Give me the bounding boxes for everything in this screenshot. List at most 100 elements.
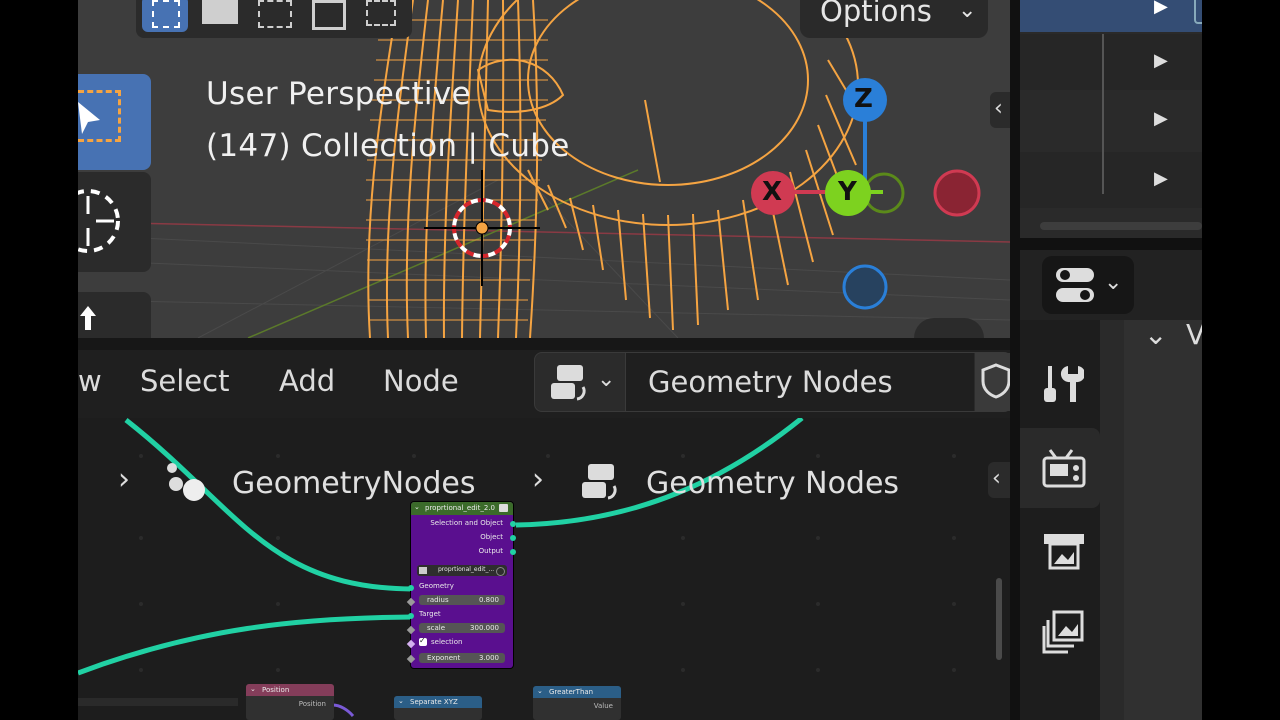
separate-xyz-node-header[interactable]: ⌄ Separate XYZ: [394, 696, 482, 708]
menu-view[interactable]: w: [78, 364, 102, 398]
properties-header: ⌄: [1020, 250, 1202, 320]
output-output: Output: [478, 547, 503, 555]
select-box-tool[interactable]: [78, 74, 151, 170]
socket-object[interactable]: [510, 535, 516, 541]
node-links: [78, 418, 956, 717]
gizmo-z-label[interactable]: Z: [854, 84, 873, 114]
select-subtract-button[interactable]: [252, 0, 296, 32]
tab-tool[interactable]: [1020, 342, 1100, 426]
x-axis-line: [78, 221, 1010, 243]
socket-geometry[interactable]: [408, 585, 414, 591]
menu-add[interactable]: Add: [279, 364, 335, 398]
menu-select[interactable]: Select: [140, 364, 229, 398]
group-node-header[interactable]: ⌄ proprtional_edit_2.0: [411, 502, 513, 515]
expand-arrow-icon[interactable]: ▶: [1154, 168, 1168, 189]
node-tree-type-button[interactable]: ⌄: [541, 357, 623, 407]
group-node[interactable]: ⌄ proprtional_edit_2.0 Selection and Obj…: [411, 502, 513, 668]
collapse-arrow-icon: ⌄: [398, 697, 404, 705]
shield-icon: [981, 363, 1011, 399]
options-dropdown[interactable]: Options ⌄: [800, 0, 988, 38]
collapse-arrow-icon: ⌄: [250, 685, 256, 693]
group-selector[interactable]: proprtional_edit_...: [417, 565, 507, 576]
outliner-row[interactable]: ▶: [1020, 34, 1202, 90]
collapse-arrow-icon: ⌄: [414, 503, 420, 511]
ring-spokes: [527, 59, 859, 331]
gizmo-y-label[interactable]: Y: [838, 177, 857, 207]
outliner-row[interactable]: ▶: [1020, 92, 1202, 150]
selection-mode-bar: [136, 0, 412, 38]
move-arrow-icon: [80, 306, 96, 330]
position-output: Position: [298, 700, 326, 708]
tab-render[interactable]: [1020, 428, 1100, 508]
breadcrumb-node-tree[interactable]: Geometry Nodes: [646, 466, 899, 501]
noodle-geometry-in: [124, 418, 413, 592]
tab-view-layer[interactable]: [1020, 592, 1100, 672]
outliner-row[interactable]: ▶: [1020, 152, 1202, 208]
chevron-left-icon: ‹: [994, 96, 1003, 121]
group-selector-value: proprtional_edit_...: [438, 566, 495, 573]
position-node[interactable]: ⌄ Position Position: [246, 684, 334, 720]
outliner[interactable]: ▶ ▶ ▶ ▶: [1020, 0, 1202, 238]
offscreen-node-edge: [78, 698, 238, 706]
shield-icon: [496, 567, 505, 576]
select-new-button[interactable]: [142, 0, 188, 32]
sidebar-toggle[interactable]: ‹: [988, 462, 1010, 498]
breadcrumb-modifier[interactable]: GeometryNodes: [232, 466, 476, 501]
fake-user-button[interactable]: [975, 353, 1011, 411]
scale-value: 300.000: [470, 624, 499, 632]
horizontal-scrollbar[interactable]: [1040, 222, 1202, 230]
socket-target[interactable]: [408, 613, 414, 619]
socket-selection-and-object[interactable]: [510, 521, 516, 527]
node-editor-header: w Select Add Node ⌄ Geometry Nodes: [78, 350, 1012, 418]
scale-field[interactable]: scale 300.000: [419, 623, 505, 633]
output-object: Object: [480, 533, 503, 541]
select-extend-button[interactable]: [198, 0, 242, 32]
radius-field[interactable]: radius 0.800: [419, 595, 505, 605]
cube-wireframe: [367, 0, 539, 338]
tab-output[interactable]: [1020, 510, 1100, 590]
scale-label: scale: [427, 624, 446, 632]
move-tool[interactable]: [78, 292, 151, 338]
view-name: User Perspective: [206, 76, 471, 112]
properties-content: ⌄ V: [1100, 318, 1205, 720]
area-divider: [78, 338, 1010, 350]
3d-viewport[interactable]: Z X Y User Perspective (147) Collection …: [78, 0, 1010, 338]
expand-arrow-icon[interactable]: ▶: [1154, 108, 1168, 129]
chevron-down-icon: ⌄: [958, 0, 977, 23]
sidebar-toggle[interactable]: ‹: [990, 92, 1010, 128]
node-editor-canvas[interactable]: › GeometryNodes › Geometry Nodes ‹ ⌄ pro…: [78, 418, 1010, 720]
navigation-pill[interactable]: [914, 318, 984, 338]
greater-than-node-title: GreaterThan: [549, 688, 594, 696]
radius-value: 0.800: [478, 596, 499, 604]
exponent-field[interactable]: Exponent 3.000: [419, 653, 505, 663]
position-node-header[interactable]: ⌄ Position: [246, 684, 334, 696]
select-intersect-button[interactable]: [360, 0, 404, 32]
greater-than-node[interactable]: ⌄ GreaterThan Value: [533, 686, 621, 720]
position-node-title: Position: [262, 686, 290, 694]
output-selection-and-object: Selection and Object: [430, 519, 503, 527]
outliner-row-selected[interactable]: ▶: [1020, 0, 1202, 32]
node-group-icon: [499, 504, 508, 512]
node-tree-name-field[interactable]: Geometry Nodes: [625, 353, 974, 411]
select-invert-button[interactable]: [306, 0, 350, 32]
separate-xyz-node[interactable]: ⌄ Separate XYZ: [394, 696, 482, 720]
select-subtract-icon: [258, 0, 292, 28]
expand-arrow-icon[interactable]: ▶: [1154, 50, 1168, 71]
menu-node[interactable]: Node: [383, 364, 459, 398]
cursor-tool[interactable]: [78, 172, 151, 272]
vertical-scrollbar[interactable]: [996, 578, 1002, 660]
input-target: Target: [419, 610, 441, 618]
row-checkbox[interactable]: [1194, 0, 1202, 24]
area-divider: [1010, 0, 1020, 720]
breadcrumb-chevron-icon: ›: [532, 462, 544, 497]
greater-than-node-header[interactable]: ⌄ GreaterThan: [533, 686, 621, 698]
chevron-down-icon[interactable]: ⌄: [1144, 318, 1167, 351]
gizmo-x-label[interactable]: X: [762, 177, 782, 207]
socket-output[interactable]: [510, 549, 516, 555]
selection-checkbox[interactable]: ✓: [419, 636, 427, 646]
select-invert-icon: [312, 0, 346, 30]
group-node-title: proprtional_edit_2.0: [425, 504, 495, 512]
expand-arrow-icon[interactable]: ▶: [1154, 0, 1168, 17]
chevron-down-icon: ⌄: [597, 367, 616, 392]
editor-type-button[interactable]: ⌄: [1042, 256, 1134, 314]
